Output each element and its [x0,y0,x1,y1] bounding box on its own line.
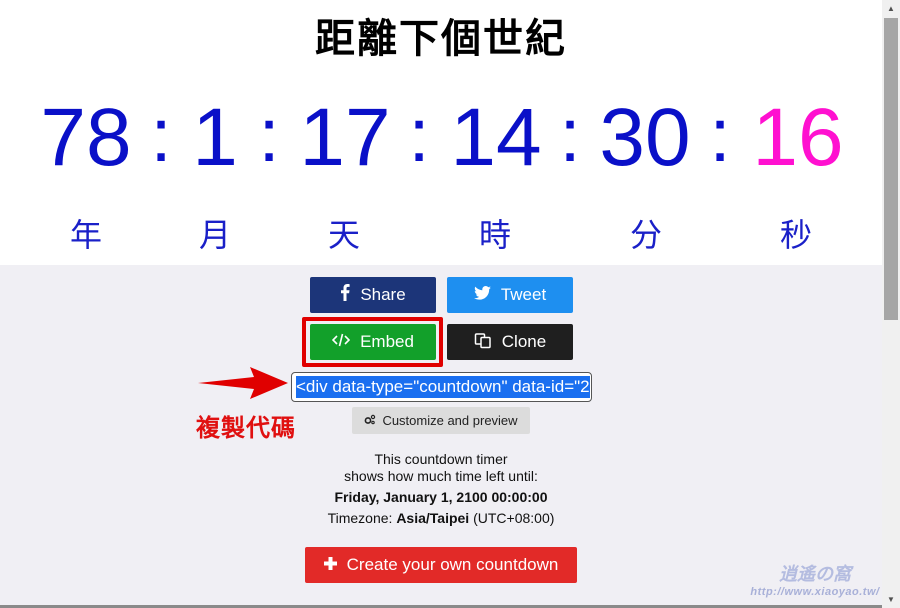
info-line-1: This countdown timer [374,451,508,467]
hours-value: 14 [450,92,542,183]
watermark: 逍遙の窩 http://www.xiaoyao.tw/ [750,560,880,606]
page: 距離下個世紀 78 : 1 : 17 : 14 : 30 : 16 年 月 天 … [0,0,882,608]
days-value: 17 [299,92,391,183]
watermark-logo: 逍遙の窩 [779,564,851,585]
copy-icon [474,331,492,354]
info-line-2: shows how much time left until: [344,468,538,484]
hours-label: 時 [478,216,511,254]
scroll-down-arrow-icon[interactable]: ▼ [882,591,900,608]
years-value: 78 [40,92,132,183]
page-title: 距離下個世紀 [315,16,567,62]
copy-code-annotation: 複製代碼 [196,414,296,442]
watermark-url: http://www.xiaoyao.tw/ [750,586,880,598]
timezone-line: Timezone: Asia/Taipei (UTC+08:00) [0,510,882,526]
share-label: Share [360,285,406,304]
years-label: 年 [69,216,102,254]
months-label: 月 [198,216,231,254]
share-button[interactable]: Share [310,277,436,313]
clone-label: Clone [501,332,547,351]
countdown-clock: 78 : 1 : 17 : 14 : 30 : 16 [0,88,882,188]
seconds-label: 秒 [779,216,812,254]
utc-offset: (UTC+08:00) [473,510,555,526]
embed-code-input[interactable]: <div data-type="countdown" data-id="2 [291,372,592,402]
embed-button[interactable]: Embed [310,324,436,360]
minutes-value: 30 [599,92,691,183]
facebook-icon [340,284,350,306]
minutes-label: 分 [629,216,662,254]
timezone-prefix: Timezone: [327,510,393,526]
arrow-annotation-icon [198,367,288,399]
scroll-up-arrow-icon[interactable]: ▲ [882,0,900,17]
code-icon [331,332,351,352]
embed-label: Embed [360,332,414,351]
create-label: Create your own countdown [346,555,559,574]
gears-icon [364,413,376,428]
days-label: 天 [327,216,360,254]
countdown-header: 距離下個世紀 78 : 1 : 17 : 14 : 30 : 16 年 月 天 … [0,0,882,265]
tweet-button[interactable]: Tweet [447,277,573,313]
customize-label: Customize and preview [382,413,518,428]
clone-button[interactable]: Clone [447,324,573,360]
twitter-icon [473,285,491,305]
vertical-scrollbar[interactable]: ▲ ▼ [882,0,900,608]
customize-button[interactable]: Customize and preview [352,407,530,434]
timezone-value: Asia/Taipei [396,510,470,526]
seconds-value: 16 [752,92,844,183]
target-date: Friday, January 1, 2100 00:00:00 [334,489,548,505]
plus-icon [323,555,337,575]
create-countdown-button[interactable]: Create your own countdown [305,547,577,583]
tweet-label: Tweet [500,285,547,304]
scroll-thumb[interactable] [884,18,898,320]
embed-code-value: <div data-type="countdown" data-id="2 [296,376,590,398]
